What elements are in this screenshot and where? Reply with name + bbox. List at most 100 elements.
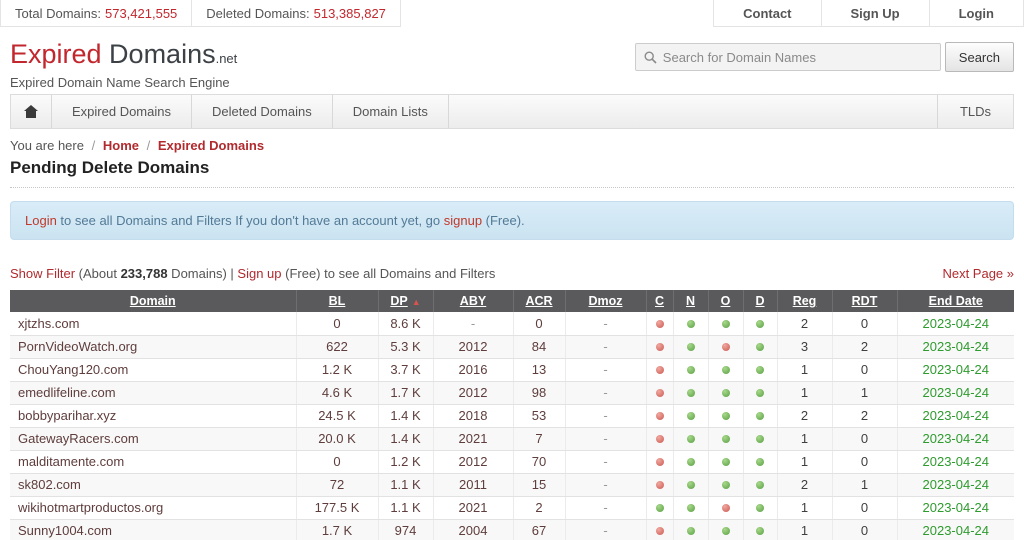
notice-signup-link[interactable]: signup <box>444 213 482 228</box>
breadcrumb-home[interactable]: Home <box>103 138 139 153</box>
cell-rdt: 1 <box>832 473 897 496</box>
cell-dmoz: - <box>565 381 646 404</box>
domain-link[interactable]: PornVideoWatch.org <box>18 339 137 354</box>
about-prefix: (About <box>75 266 121 281</box>
home-icon <box>24 105 38 118</box>
cell-rdt: 0 <box>832 358 897 381</box>
cell-reg: 1 <box>777 381 832 404</box>
cell-dmoz: - <box>565 496 646 519</box>
cell-domain: Sunny1004.com <box>10 519 296 540</box>
cell-end-date: 2023-04-24 <box>897 450 1014 473</box>
cell-d <box>743 335 777 358</box>
search-input[interactable] <box>663 50 932 65</box>
column-header-bl[interactable]: BL <box>329 294 346 308</box>
cell-o <box>708 427 743 450</box>
domain-link[interactable]: ChouYang120.com <box>18 362 128 377</box>
signup-link[interactable]: Sign Up <box>822 0 930 27</box>
domain-link[interactable]: xjtzhs.com <box>18 316 79 331</box>
cell-end-date: 2023-04-24 <box>897 427 1014 450</box>
table-row: emedlifeline.com 4.6 K 1.7 K 2012 98 - 1… <box>10 381 1014 404</box>
cell-reg: 2 <box>777 473 832 496</box>
domain-link[interactable]: sk802.com <box>18 477 81 492</box>
domain-link[interactable]: bobbyparihar.xyz <box>18 408 116 423</box>
table-row: Sunny1004.com 1.7 K 974 2004 67 - 1 0 20… <box>10 519 1014 540</box>
column-header-d[interactable]: D <box>755 294 764 308</box>
cell-end-date: 2023-04-24 <box>897 519 1014 540</box>
cell-o <box>708 496 743 519</box>
column-header-end_date[interactable]: End Date <box>929 294 983 308</box>
sort-ascending-icon: ▲ <box>412 297 421 307</box>
cell-aby: 2012 <box>433 381 513 404</box>
nav-home[interactable] <box>11 95 52 128</box>
status-dot-c <box>656 504 664 512</box>
column-header-domain[interactable]: Domain <box>130 294 176 308</box>
nav-deleted-domains[interactable]: Deleted Domains <box>192 95 333 128</box>
cell-c <box>646 404 673 427</box>
domain-link[interactable]: malditamente.com <box>18 454 124 469</box>
table-row: GatewayRacers.com 20.0 K 1.4 K 2021 7 - … <box>10 427 1014 450</box>
cell-dmoz: - <box>565 519 646 540</box>
cell-aby: 2018 <box>433 404 513 427</box>
cell-d <box>743 358 777 381</box>
cell-acr: 7 <box>513 427 565 450</box>
table-row: bobbyparihar.xyz 24.5 K 1.4 K 2018 53 - … <box>10 404 1014 427</box>
breadcrumb-expired-domains[interactable]: Expired Domains <box>158 138 264 153</box>
cell-bl: 20.0 K <box>296 427 378 450</box>
cell-acr: 98 <box>513 381 565 404</box>
domain-link[interactable]: wikihotmartproductos.org <box>18 500 163 515</box>
nav-expired-domains[interactable]: Expired Domains <box>52 95 192 128</box>
status-dot-c <box>656 343 664 351</box>
search-button[interactable]: Search <box>945 42 1014 72</box>
show-filter-link[interactable]: Show Filter <box>10 266 75 281</box>
column-header-n[interactable]: N <box>686 294 695 308</box>
column-header-dp[interactable]: DP <box>390 294 407 308</box>
cell-reg: 1 <box>777 427 832 450</box>
filter-signup-link[interactable]: Sign up <box>237 266 281 281</box>
search-icon <box>644 51 657 64</box>
column-header-acr[interactable]: ACR <box>525 294 552 308</box>
nav-tlds[interactable]: TLDs <box>937 95 1013 128</box>
contact-link[interactable]: Contact <box>713 0 821 27</box>
cell-domain: emedlifeline.com <box>10 381 296 404</box>
cell-dp: 1.4 K <box>378 404 433 427</box>
status-dot-c <box>656 412 664 420</box>
cell-acr: 15 <box>513 473 565 496</box>
domain-link[interactable]: emedlifeline.com <box>18 385 116 400</box>
status-dot-o <box>722 366 730 374</box>
login-link[interactable]: Login <box>930 0 1024 27</box>
column-header-rdt[interactable]: RDT <box>852 294 878 308</box>
domain-link[interactable]: Sunny1004.com <box>18 523 112 538</box>
nav-domain-lists[interactable]: Domain Lists <box>333 95 449 128</box>
cell-reg: 1 <box>777 358 832 381</box>
cell-reg: 2 <box>777 404 832 427</box>
cell-n <box>673 519 708 540</box>
status-dot-o <box>722 458 730 466</box>
cell-aby: 2011 <box>433 473 513 496</box>
column-header-dmoz[interactable]: Dmoz <box>588 294 622 308</box>
cell-aby: 2012 <box>433 335 513 358</box>
next-page-link[interactable]: Next Page » <box>942 266 1014 281</box>
column-header-c[interactable]: C <box>655 294 664 308</box>
cell-dp: 1.1 K <box>378 496 433 519</box>
cell-bl: 0 <box>296 312 378 335</box>
notice-login-link[interactable]: Login <box>25 213 57 228</box>
cell-rdt: 0 <box>832 450 897 473</box>
table-row: ChouYang120.com 1.2 K 3.7 K 2016 13 - 1 … <box>10 358 1014 381</box>
cell-reg: 1 <box>777 450 832 473</box>
breadcrumb-separator: / <box>92 138 96 153</box>
column-header-reg[interactable]: Reg <box>793 294 817 308</box>
site-tagline: Expired Domain Name Search Engine <box>10 75 1014 90</box>
cell-dmoz: - <box>565 427 646 450</box>
column-header-o[interactable]: O <box>721 294 731 308</box>
cell-reg: 1 <box>777 519 832 540</box>
status-dot-o <box>722 412 730 420</box>
column-header-aby[interactable]: ABY <box>460 294 486 308</box>
cell-domain: PornVideoWatch.org <box>10 335 296 358</box>
total-domains-value: 573,421,555 <box>105 6 177 21</box>
domain-link[interactable]: GatewayRacers.com <box>18 431 139 446</box>
cell-d <box>743 519 777 540</box>
status-dot-c <box>656 366 664 374</box>
status-dot-c <box>656 320 664 328</box>
cell-n <box>673 358 708 381</box>
cell-n <box>673 335 708 358</box>
